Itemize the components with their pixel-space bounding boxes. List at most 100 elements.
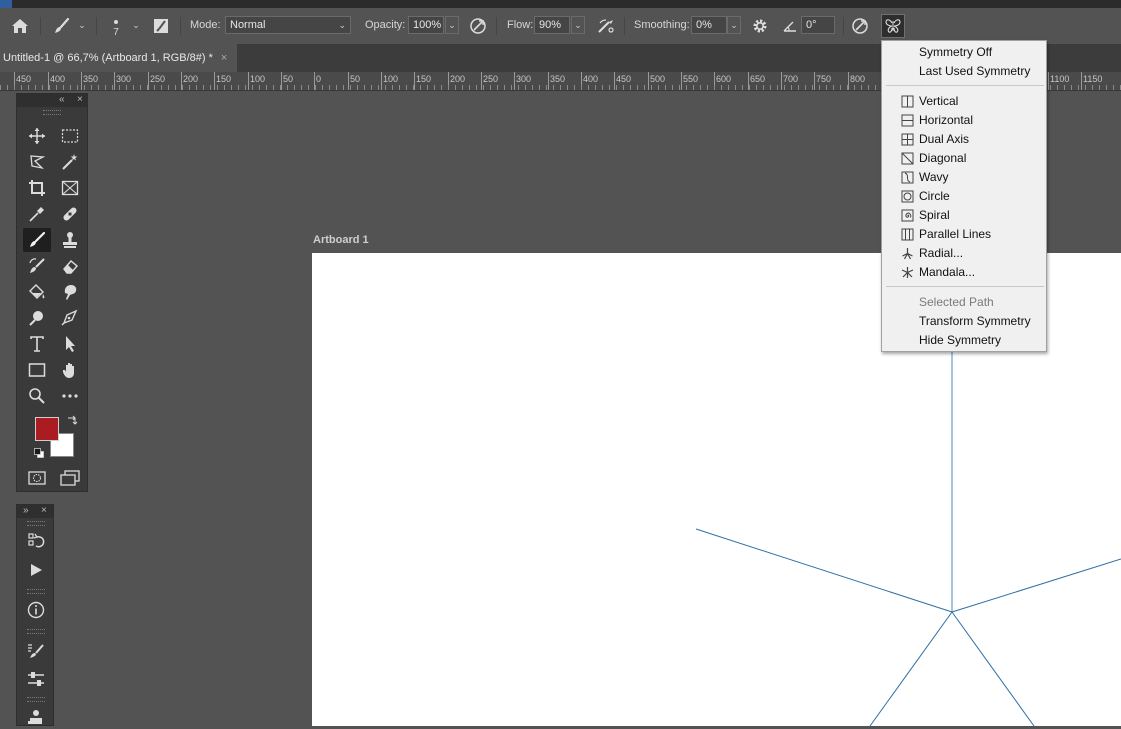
pressure-opacity-icon[interactable] (467, 16, 489, 36)
ruler-minor-tick (490, 85, 491, 90)
ruler-label: 250 (483, 74, 499, 84)
ruler-tick (514, 72, 515, 90)
flow-dropdown-button[interactable]: ⌄ (571, 16, 585, 34)
brush-settings-panel-icon[interactable] (22, 667, 50, 691)
brush-tip-icon (114, 20, 118, 24)
brush-presets-panel-icon[interactable] (22, 639, 50, 663)
flow-field[interactable]: 90% (534, 16, 570, 34)
document-tab[interactable]: Untitled-1 @ 66,7% (Artboard 1, RGB/8#) … (0, 44, 238, 72)
foreground-color-swatch[interactable] (35, 417, 59, 441)
separator (40, 17, 41, 35)
eyedropper-icon[interactable] (23, 202, 51, 226)
dodge-icon[interactable] (23, 306, 51, 330)
more-tools-icon[interactable] (56, 384, 84, 408)
crop-tool-icon[interactable] (23, 176, 51, 200)
smoothing-field[interactable]: 0% (691, 16, 727, 34)
menu-item-parallel-lines[interactable]: Parallel Lines (882, 225, 1046, 243)
close-icon[interactable]: × (77, 94, 83, 105)
menu-item-diagonal[interactable]: Diagonal (882, 149, 1046, 167)
paint-bucket-icon[interactable] (23, 280, 51, 304)
chevron-down-icon[interactable]: ⌄ (129, 16, 143, 34)
chevron-down-icon[interactable]: ⌄ (75, 16, 89, 34)
brush-icon[interactable] (50, 16, 74, 36)
pen-tool-icon[interactable] (56, 306, 84, 330)
ruler-minor-tick (840, 85, 841, 90)
ruler-minor-tick (742, 85, 743, 90)
expand-icon[interactable]: » (23, 505, 29, 516)
menu-item-hide-symmetry[interactable]: Hide Symmetry (882, 331, 1046, 349)
ruler-minor-tick (805, 85, 806, 90)
move-tool-icon[interactable] (23, 124, 51, 148)
default-colors-icon[interactable] (34, 448, 44, 458)
swap-colors-icon[interactable] (67, 415, 79, 425)
artboard-label[interactable]: Artboard 1 (313, 234, 369, 246)
hand-tool-icon[interactable] (56, 358, 84, 382)
brush-settings-icon[interactable] (150, 16, 172, 36)
angle-field[interactable]: 0° (801, 16, 835, 34)
panel-grip[interactable] (27, 521, 45, 526)
menu-item-radial[interactable]: Radial... (882, 244, 1046, 262)
menu-item-symmetry-off[interactable]: Symmetry Off (882, 43, 1046, 61)
symmetry-butterfly-icon[interactable] (881, 14, 905, 38)
mode-select[interactable]: Normal ⌄ (225, 16, 351, 34)
close-icon[interactable]: × (41, 505, 47, 516)
zoom-tool-icon[interactable] (23, 384, 51, 408)
menu-item-spiral[interactable]: Spiral (882, 206, 1046, 224)
history-brush-icon[interactable] (23, 254, 51, 278)
menu-item-wavy[interactable]: Wavy (882, 168, 1046, 186)
menu-item-horizontal[interactable]: Horizontal (882, 111, 1046, 129)
home-icon[interactable] (8, 16, 32, 36)
panel-grip[interactable] (27, 697, 45, 702)
clone-stamp-icon[interactable] (56, 228, 84, 252)
menu-item-dual-axis[interactable]: Dual Axis (882, 130, 1046, 148)
close-icon[interactable]: × (221, 52, 227, 64)
ruler-minor-tick (1085, 85, 1086, 90)
lasso-tool-icon[interactable] (23, 150, 51, 174)
tools-panel-header[interactable]: « × (17, 94, 87, 107)
type-tool-icon[interactable] (23, 332, 51, 356)
quick-mask-icon[interactable] (23, 466, 51, 490)
panel-dock-header[interactable]: » × (17, 505, 53, 518)
menu-item-vertical[interactable]: Vertical (882, 92, 1046, 110)
path-selection-icon[interactable] (56, 332, 84, 356)
actions-play-icon[interactable] (22, 558, 50, 582)
ruler-minor-tick (0, 85, 1, 90)
opacity-dropdown-button[interactable]: ⌄ (445, 16, 459, 34)
ruler-minor-tick (679, 85, 680, 90)
ruler-minor-tick (161, 85, 162, 90)
panel-grip[interactable] (27, 629, 45, 634)
menu-item-label: Hide Symmetry (919, 333, 1002, 347)
panel-grip[interactable] (43, 110, 61, 115)
smudge-icon[interactable] (56, 280, 84, 304)
ruler-minor-tick (875, 85, 876, 90)
history-panel-icon[interactable] (22, 529, 50, 553)
menu-item-transform-symmetry[interactable]: Transform Symmetry (882, 312, 1046, 330)
menu-item-last-used-symmetry[interactable]: Last Used Symmetry (882, 62, 1046, 80)
eraser-icon[interactable] (56, 254, 84, 278)
frame-tool-icon[interactable] (56, 176, 84, 200)
ruler-minor-tick (574, 85, 575, 90)
ruler-tick (548, 72, 549, 90)
marquee-tool-icon[interactable] (56, 124, 84, 148)
info-icon[interactable] (22, 598, 50, 622)
airbrush-icon[interactable] (594, 16, 618, 36)
healing-brush-icon[interactable] (56, 202, 84, 226)
screen-mode-icon[interactable] (56, 466, 84, 490)
ruler-label: 500 (650, 74, 666, 84)
rectangle-tool-icon[interactable] (23, 358, 51, 382)
properties-panel-icon[interactable] (22, 705, 50, 729)
menu-item-circle[interactable]: Circle (882, 187, 1046, 205)
magic-wand-icon[interactable] (56, 150, 84, 174)
pressure-size-icon[interactable] (849, 16, 871, 36)
panel-grip[interactable] (27, 589, 45, 594)
ruler-minor-tick (434, 85, 435, 90)
ruler-label: 650 (750, 74, 766, 84)
smoothing-dropdown-button[interactable]: ⌄ (727, 16, 741, 34)
menu-item-mandala[interactable]: Mandala... (882, 263, 1046, 281)
collapse-icon[interactable]: « (59, 94, 65, 105)
brush-tool-icon[interactable] (23, 228, 51, 252)
ruler-minor-tick (119, 85, 120, 90)
brush-preset-picker[interactable]: 7 (104, 12, 128, 42)
opacity-field[interactable]: 100% (408, 16, 444, 34)
gear-icon[interactable] (749, 16, 771, 36)
